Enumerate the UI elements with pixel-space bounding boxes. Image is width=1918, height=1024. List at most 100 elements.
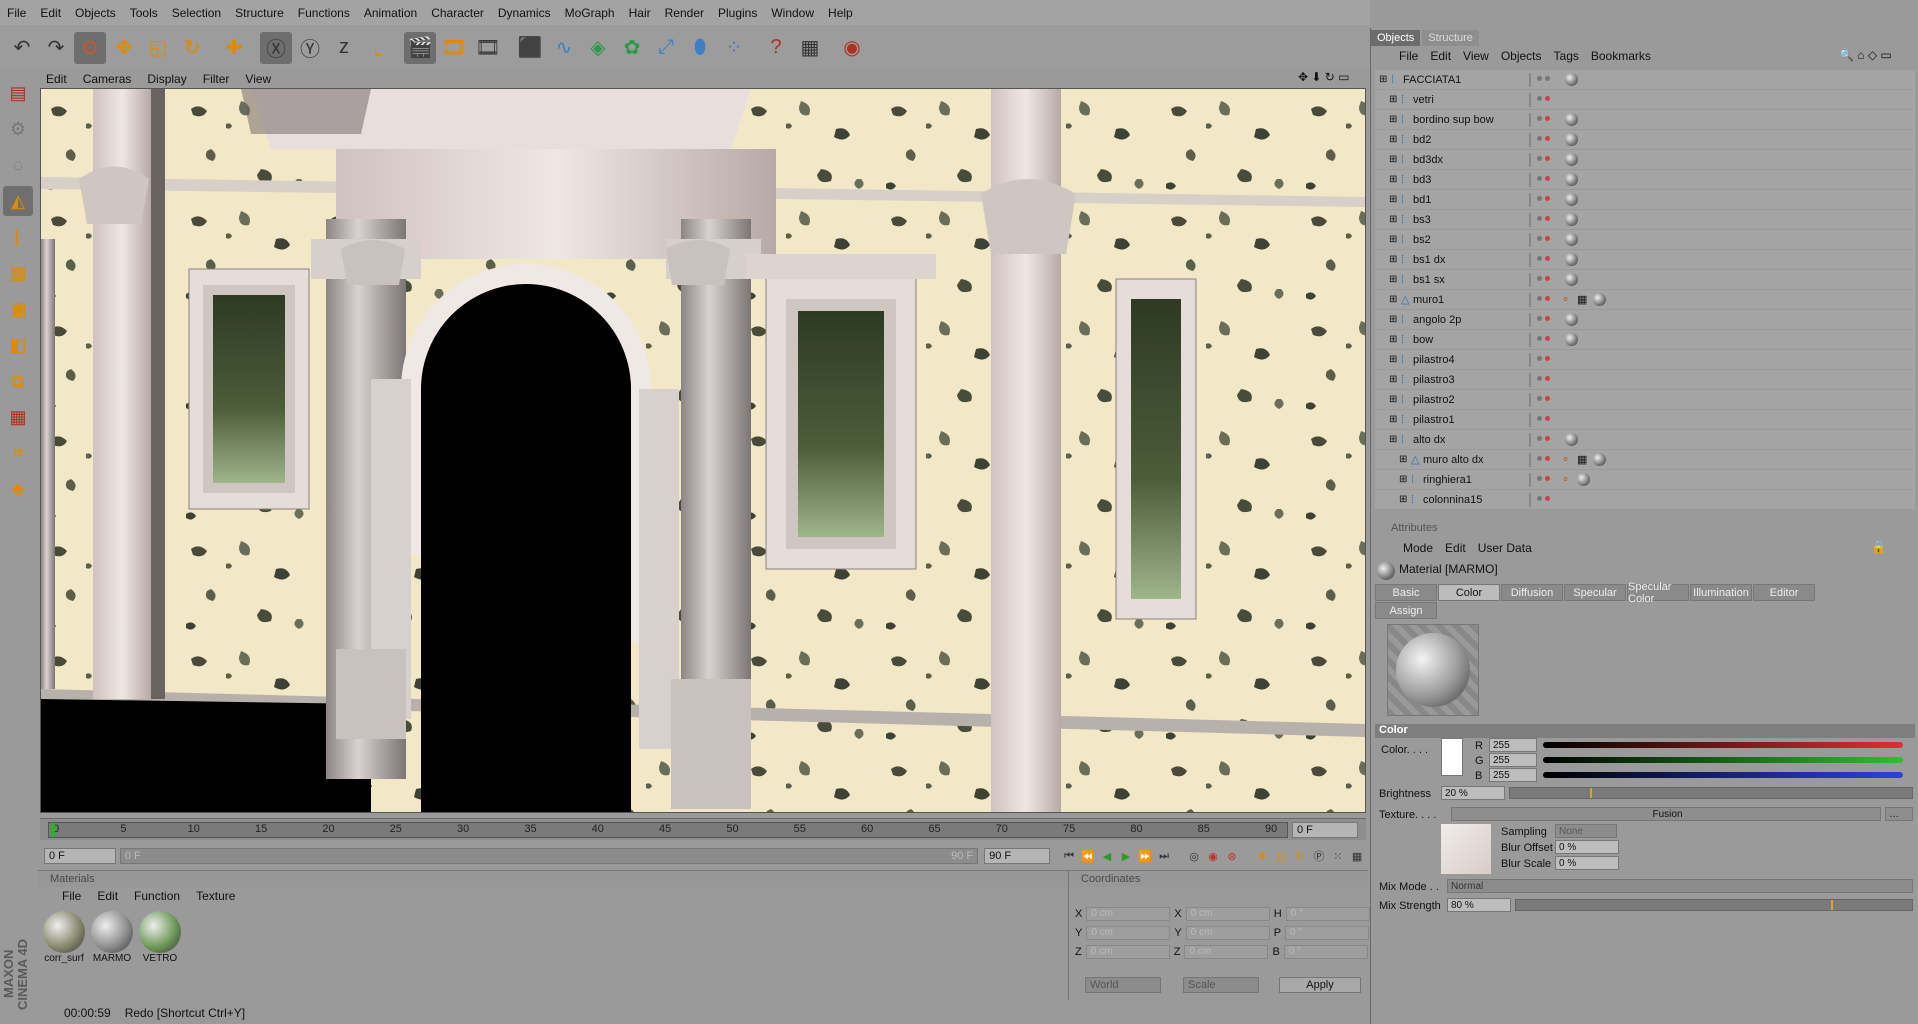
expand-icon[interactable]: ⊞	[1389, 334, 1397, 345]
visibility-dots[interactable]	[1529, 212, 1531, 227]
play-forward-icon[interactable]: ▶	[1117, 847, 1135, 865]
object-row[interactable]: ⊞ △ muro1 ⚬ ▦	[1375, 290, 1913, 310]
menu-render[interactable]: Render	[658, 6, 711, 20]
expand-icon[interactable]: ⊞	[1389, 434, 1397, 445]
material-tag-icon[interactable]	[1565, 173, 1578, 186]
menu-help[interactable]: Help	[821, 6, 860, 20]
editor-visibility-dot[interactable]	[1537, 356, 1542, 361]
menu-hair[interactable]: Hair	[622, 6, 658, 20]
g-field[interactable]: 255	[1489, 753, 1537, 767]
timeline-ruler[interactable]: 0 5 10 15 20 25 30 35 40 45 50 55 60 65 70 75 80 85 90 0 F	[40, 818, 1366, 840]
editor-visibility-dot[interactable]	[1537, 76, 1542, 81]
object-row[interactable]: ⊞ ⁞ pilastro3	[1375, 370, 1913, 390]
create-tool-icon[interactable]: ✚	[218, 32, 250, 64]
expand-icon[interactable]: ⊞	[1389, 354, 1397, 365]
editor-visibility-dot[interactable]	[1537, 476, 1542, 481]
render-visibility-dot[interactable]	[1545, 396, 1550, 401]
menu-tools[interactable]: Tools	[123, 6, 165, 20]
coordinate-field[interactable]: 0 cm	[1184, 945, 1269, 959]
render-visibility-dot[interactable]	[1545, 316, 1550, 321]
coordinate-system-icon[interactable]: ⌞	[362, 32, 394, 64]
expand-icon[interactable]: ⊞	[1389, 274, 1397, 285]
array-icon[interactable]: ✿	[616, 32, 648, 64]
object-row[interactable]: ⊞ ⁞ bordino sup bow	[1375, 110, 1913, 130]
editor-visibility-dot[interactable]	[1537, 196, 1542, 201]
phong-tag-icon[interactable]: ⚬	[1561, 473, 1570, 486]
start-frame-field[interactable]: 0 F	[44, 848, 116, 864]
cube-icon[interactable]: ⬛	[514, 32, 546, 64]
tab-illumination[interactable]: Illumination	[1690, 584, 1752, 601]
expand-icon[interactable]: ⊞	[1389, 314, 1397, 325]
materials-menu-edit[interactable]: Edit	[89, 889, 126, 903]
visibility-dots[interactable]	[1529, 452, 1531, 467]
menu-file[interactable]: File	[0, 6, 33, 20]
visibility-dots[interactable]	[1529, 152, 1531, 167]
editor-visibility-dot[interactable]	[1537, 256, 1542, 261]
menu-plugins[interactable]: Plugins	[711, 6, 764, 20]
mix-mode-select[interactable]: Normal	[1447, 879, 1913, 893]
object-row[interactable]: ⊞ ⁞ bd3	[1375, 170, 1913, 190]
render-visibility-dot[interactable]	[1545, 96, 1550, 101]
object-row[interactable]: ⊞ ⁞ colonnina15	[1375, 490, 1913, 510]
object-menu-edit[interactable]: Edit	[1424, 49, 1457, 63]
b-slider[interactable]	[1543, 772, 1903, 778]
editor-visibility-dot[interactable]	[1537, 316, 1542, 321]
timeline-layout-icon[interactable]: ▦	[1348, 847, 1366, 865]
expand-icon[interactable]: ⊞	[1399, 474, 1407, 485]
sampling-select[interactable]: None	[1555, 824, 1617, 838]
object-row[interactable]: ⊞ ⁞ pilastro2	[1375, 390, 1913, 410]
next-key-icon[interactable]: ⏩	[1136, 847, 1154, 865]
editor-visibility-dot[interactable]	[1537, 416, 1542, 421]
expand-icon[interactable]: ⊞	[1389, 134, 1397, 145]
tab-structure[interactable]: Structure	[1422, 30, 1479, 46]
frame-ruler[interactable]: 0 5 10 15 20 25 30 35 40 45 50 55 60 65 70 75 80 85 90	[48, 822, 1288, 838]
menu-animation[interactable]: Animation	[357, 6, 424, 20]
menu-functions[interactable]: Functions	[291, 6, 357, 20]
spline-icon[interactable]: ∿	[548, 32, 580, 64]
render-settings-icon[interactable]: 🎞	[472, 32, 504, 64]
material-preview[interactable]	[1387, 624, 1479, 716]
material-tag-icon[interactable]	[1565, 213, 1578, 226]
visibility-dots[interactable]	[1529, 312, 1531, 327]
g-slider[interactable]	[1543, 757, 1903, 763]
menu-character[interactable]: Character	[424, 6, 491, 20]
expand-icon[interactable]: ⊞	[1389, 114, 1397, 125]
expand-icon[interactable]: ⊞	[1399, 494, 1407, 505]
visibility-dots[interactable]	[1529, 372, 1531, 387]
attributes-menu-edit[interactable]: Edit	[1439, 541, 1472, 555]
frame-range-slider[interactable]: 0 F 90 F	[119, 848, 979, 864]
use-points-tool-icon[interactable]: ◭	[3, 186, 33, 216]
render-visibility-dot[interactable]	[1545, 216, 1550, 221]
menu-structure[interactable]: Structure	[228, 6, 291, 20]
render-visibility-dot[interactable]	[1545, 416, 1550, 421]
material-tag-icon[interactable]	[1565, 153, 1578, 166]
layout-icon[interactable]: ◉	[836, 32, 868, 64]
coordinate-field[interactable]: 0 °	[1283, 945, 1368, 959]
viewport-menu-view[interactable]: View	[237, 72, 279, 86]
visibility-dots[interactable]	[1529, 192, 1531, 207]
materials-menu-texture[interactable]: Texture	[188, 889, 243, 903]
material-tag-icon[interactable]	[1565, 73, 1578, 86]
menu-window[interactable]: Window	[764, 6, 821, 20]
object-row[interactable]: ⊞ ⁞ bd2	[1375, 130, 1913, 150]
tab-basic[interactable]: Basic	[1375, 584, 1437, 601]
x-axis-lock-icon[interactable]: Ⓧ	[260, 31, 292, 64]
visibility-dots[interactable]	[1529, 332, 1531, 347]
object-row[interactable]: ⊞ ⁞ pilastro4	[1375, 350, 1913, 370]
phong-tag-icon[interactable]: ⚬	[1561, 293, 1570, 306]
keyframe-selection-icon[interactable]: ⊛	[1223, 847, 1241, 865]
editor-visibility-dot[interactable]	[1537, 96, 1542, 101]
help-icon[interactable]: ?	[760, 32, 792, 64]
expand-icon[interactable]: ⊞	[1399, 454, 1407, 465]
render-visibility-dot[interactable]	[1545, 496, 1550, 501]
editor-visibility-dot[interactable]	[1537, 496, 1542, 501]
editor-visibility-dot[interactable]	[1537, 296, 1542, 301]
coordinate-mode-select[interactable]: World	[1085, 977, 1161, 993]
go-to-end-icon[interactable]: ⏭	[1155, 847, 1173, 865]
render-visibility-dot[interactable]	[1545, 176, 1550, 181]
expand-icon[interactable]: ⊞	[1389, 94, 1397, 105]
object-row[interactable]: ⊞ ⁞ alto dx	[1375, 430, 1913, 450]
expand-icon[interactable]: ⊞	[1389, 294, 1397, 305]
material-tag-icon[interactable]	[1565, 233, 1578, 246]
viewport-menu-display[interactable]: Display	[139, 72, 194, 86]
